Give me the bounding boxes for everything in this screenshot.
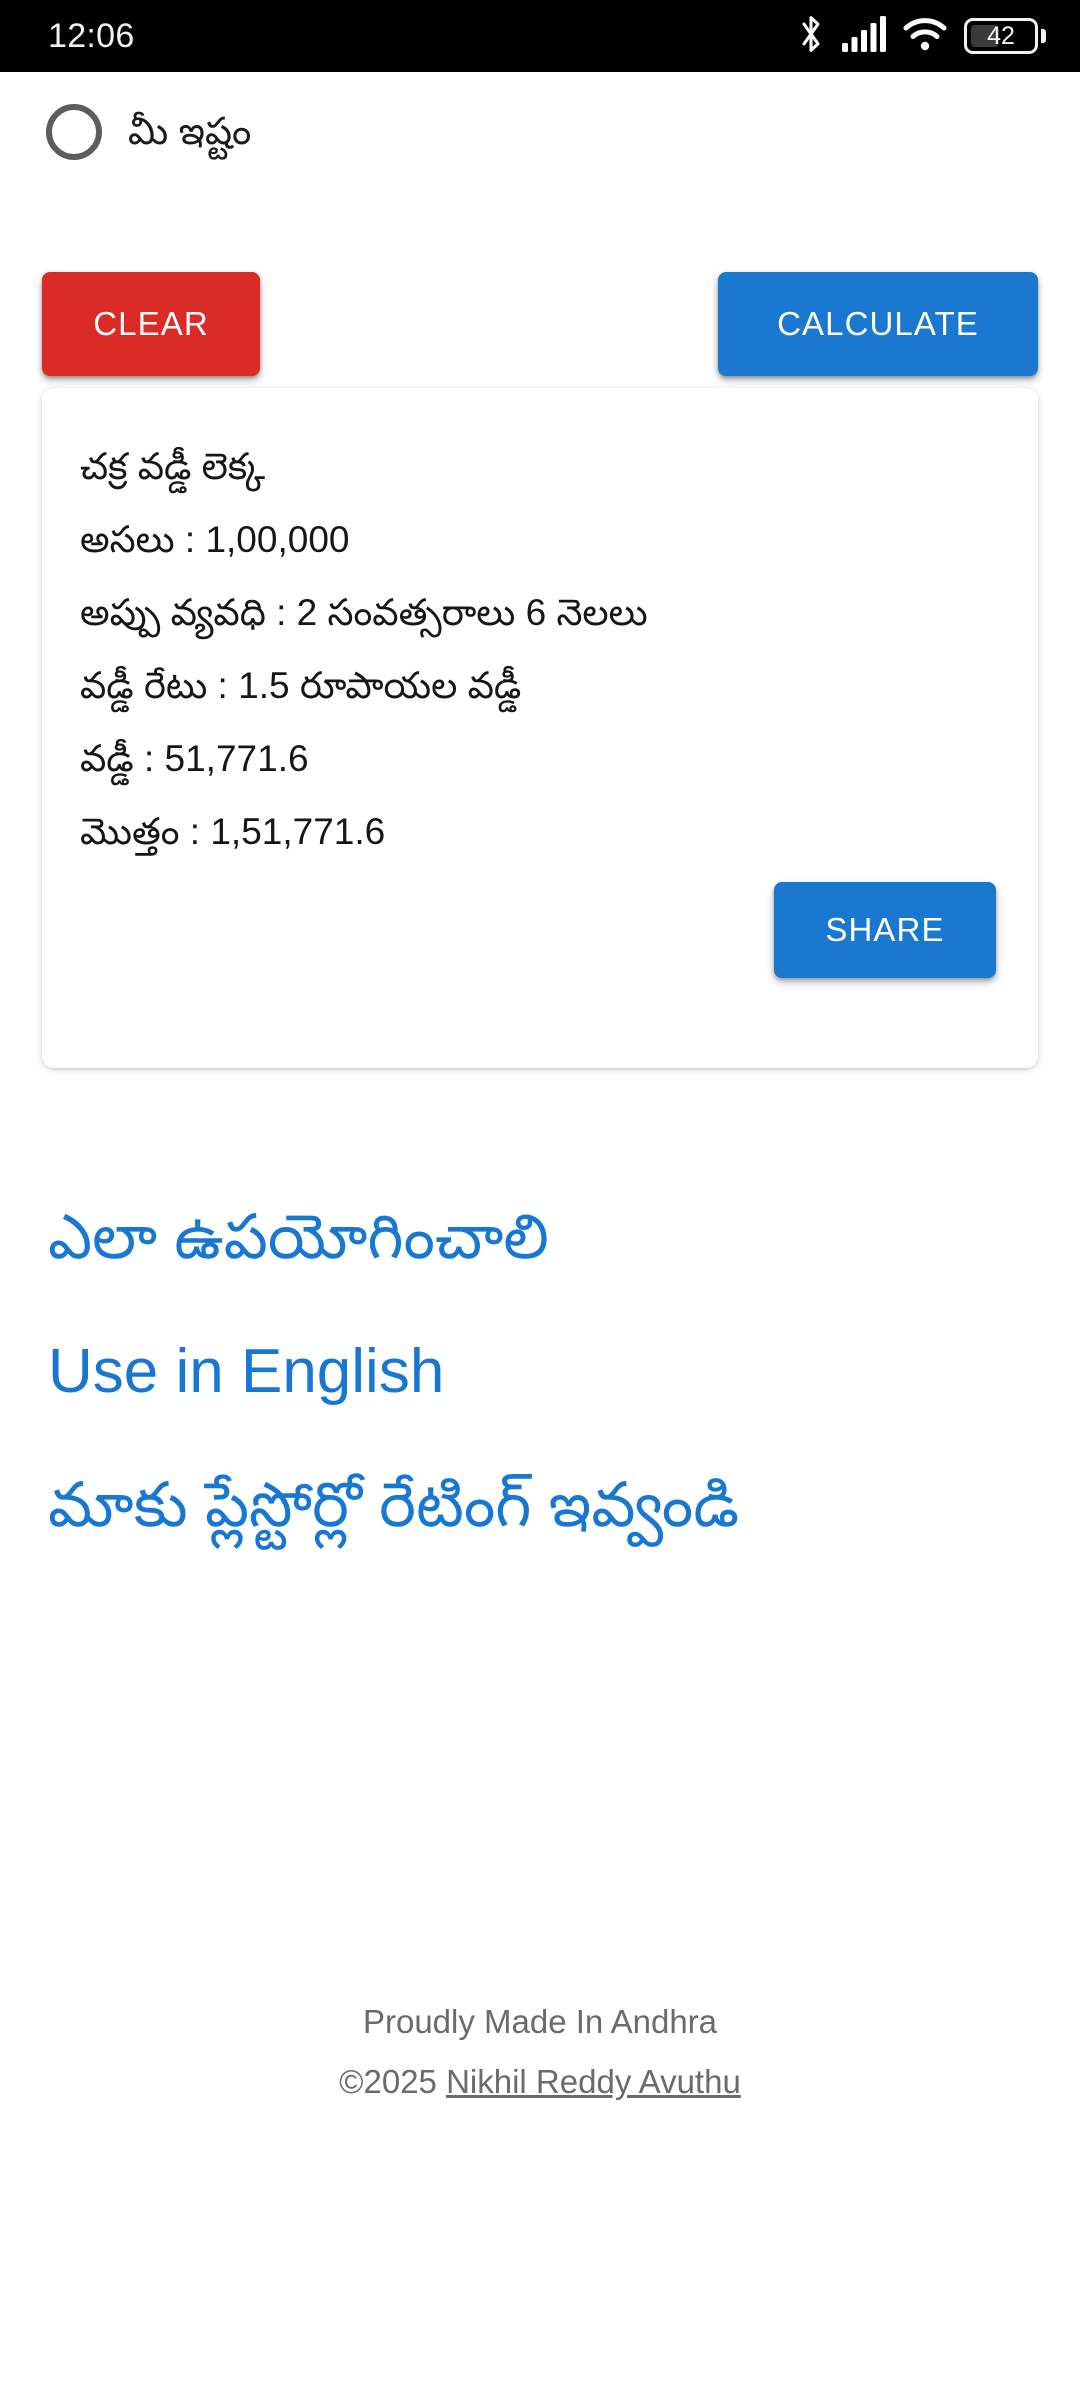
- link-section: ఎలా ఉపయోగించాలి Use in English మాకు ప్లే…: [48, 1192, 1040, 1593]
- footer-author-link[interactable]: Nikhil Reddy Avuthu: [446, 2063, 741, 2100]
- result-line-total: మొత్తం : 1,51,771.6: [80, 811, 386, 852]
- result-title: చక్ర వడ్డీ లెక్క: [80, 446, 266, 487]
- battery-level: 42: [987, 21, 1015, 50]
- result-line-interest: వడ్డీ : 51,771.6: [80, 738, 309, 779]
- calculate-button[interactable]: CALCULATE: [718, 272, 1038, 376]
- battery-icon: 42: [964, 18, 1046, 54]
- footer: Proudly Made In Andhra ©2025 Nikhil Redd…: [0, 1992, 1080, 2112]
- action-button-row: CLEAR CALCULATE: [0, 196, 1080, 376]
- radio-option-your-choice[interactable]: మీ ఇష్టం: [46, 100, 251, 164]
- result-card-text: చక్ర వడ్డీ లెక్క అసలు : 1,00,000 అప్పు వ…: [80, 430, 1000, 868]
- radio-button-icon[interactable]: [46, 104, 102, 160]
- status-bar-icons: 42: [797, 14, 1046, 59]
- app-content: మీ ఇష్టం CLEAR CALCULATE చక్ర వడ్డీ లెక్…: [0, 72, 1080, 2400]
- footer-made-in: Proudly Made In Andhra: [362, 2003, 718, 2040]
- radio-option-label: మీ ఇష్టం: [128, 111, 252, 153]
- signal-icon: [842, 15, 886, 57]
- result-line-rate: వడ్డీ రేటు : 1.5 రూపాయల వడ్డీ: [80, 665, 522, 706]
- status-bar-clock: 12:06: [48, 16, 135, 55]
- link-rate-us-playstore[interactable]: మాకు ప్లేస్టోర్లో రేటింగ్ ఇవ్వండి: [48, 1460, 1040, 1552]
- clear-button[interactable]: CLEAR: [42, 272, 260, 376]
- link-how-to-use-telugu[interactable]: ఎలా ఉపయోగించాలి: [48, 1192, 1040, 1284]
- result-line-principal: అసలు : 1,00,000: [80, 519, 350, 560]
- bluetooth-icon: [797, 14, 825, 59]
- link-use-in-english[interactable]: Use in English: [48, 1326, 1040, 1418]
- wifi-icon: [903, 17, 947, 56]
- result-line-duration: అప్పు వ్యవధి : 2 సంవత్సరాలు 6 నెలలు: [80, 592, 648, 633]
- status-bar: 12:06 42: [0, 0, 1080, 72]
- result-card: చక్ర వడ్డీ లెక్క అసలు : 1,00,000 అప్పు వ…: [42, 388, 1038, 1068]
- footer-copyright-row: ©2025 Nikhil Reddy Avuthu: [0, 2052, 1080, 2112]
- share-button[interactable]: SHARE: [774, 882, 996, 978]
- footer-copyright-year: ©2025: [339, 2063, 447, 2100]
